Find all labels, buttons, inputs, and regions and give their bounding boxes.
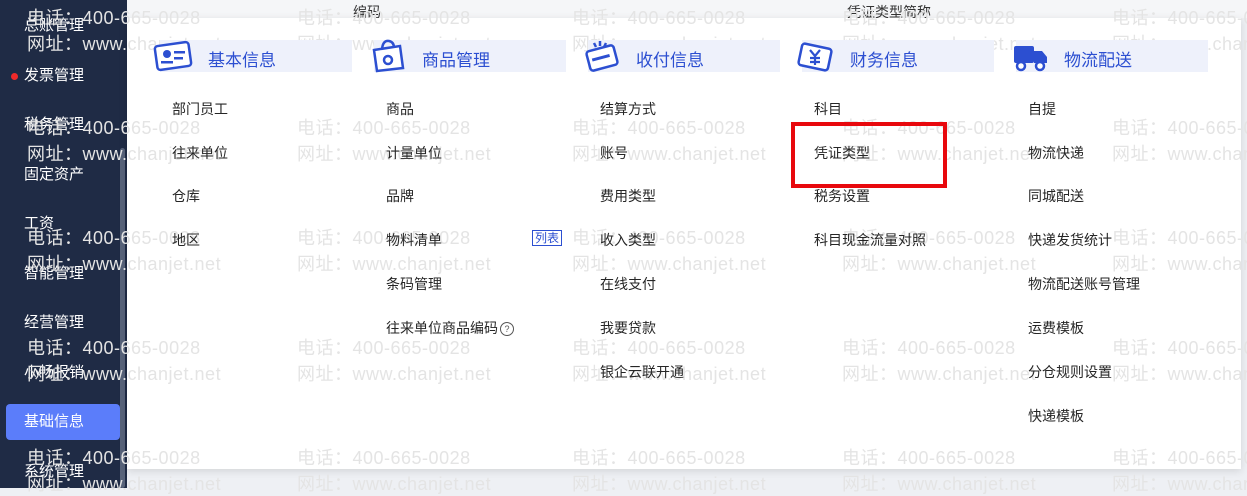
menu-item-subject[interactable]: 科目 (814, 99, 842, 119)
sidebar-item-label: 小畅报销 (24, 364, 85, 381)
column-title: 基本信息 (208, 51, 276, 70)
watermark-phone: 电话：400-665-0028 (572, 448, 746, 468)
column-header-payment: 收付信息 (585, 40, 780, 72)
watermark-phone: 电话：400-665-0028 (842, 338, 1016, 358)
sidebar-item-label: 发票管理 (24, 67, 85, 84)
sidebar-item-label: 总账管理 (24, 17, 85, 34)
watermark-site: 网址：www.chanjet.net (842, 254, 1037, 274)
column-title: 收付信息 (636, 51, 704, 70)
sidebar-item-ledger[interactable]: 总账管理 (0, 8, 127, 44)
menu-item-cashflow-map[interactable]: 科目现金流量对照 (814, 230, 926, 250)
watermark-phone: 电话：400-665-0028 (1112, 338, 1247, 358)
menu-item-online-pay[interactable]: 在线支付 (600, 274, 656, 294)
question-circle-icon[interactable]: ? (500, 322, 514, 336)
column-header-logistics: 物流配送 (1014, 40, 1208, 72)
watermark-phone: 电话：400-665-0028 (1112, 228, 1247, 248)
menu-item-partner-goods-code[interactable]: 往来单位商品编码? (386, 318, 514, 338)
watermark-site: 网址：www.chanjet.net (297, 474, 492, 494)
menu-item-tax-settings[interactable]: 税务设置 (814, 186, 870, 206)
sidebar-item-label: 工资 (24, 215, 55, 232)
menu-item-express[interactable]: 物流快递 (1028, 143, 1084, 163)
column-title: 商品管理 (422, 51, 490, 70)
watermark-site: 网址：www.chanjet.net (1112, 364, 1247, 384)
menu-item-bom[interactable]: 物料清单 (386, 230, 442, 250)
background-table-header: 编码 凭证类型简称 (127, 0, 1247, 20)
sidebar-item-label: 智能管理 (24, 265, 85, 282)
sidebar-item-tax[interactable]: 税务管理 (0, 107, 127, 143)
menu-item-expense-type[interactable]: 费用类型 (600, 186, 656, 206)
menu-item-city-delivery[interactable]: 同城配送 (1028, 186, 1084, 206)
menu-item-bank-cloud[interactable]: 银企云联开通 (600, 362, 684, 382)
menu-item-partners[interactable]: 往来单位 (172, 143, 228, 163)
menu-item-goods[interactable]: 商品 (386, 99, 414, 119)
sidebar-item-label: 系统管理 (24, 463, 85, 480)
payment-card-icon (585, 41, 619, 72)
menu-item-income-type[interactable]: 收入类型 (600, 230, 656, 250)
watermark-site: 网址：www.chanjet.net (297, 364, 492, 384)
menu-item-barcode[interactable]: 条码管理 (386, 274, 442, 294)
truck-icon (1014, 46, 1047, 72)
watermark-site: 网址：www.chanjet.net (1112, 144, 1247, 164)
goods-bag-icon (372, 39, 405, 73)
menu-item-region[interactable]: 地区 (172, 230, 200, 250)
basic-info-mega-menu: 电话：400-665-0028 网址：www.chanjet.net 电话：400-… (27, 8, 1247, 494)
sidebar-item-label: 固定资产 (24, 166, 85, 183)
menu-item-logistics-accounts[interactable]: 物流配送账号管理 (1028, 274, 1140, 294)
watermark-site: 网址：www.chanjet.net (572, 474, 767, 494)
list-tag[interactable]: 列表 (532, 230, 563, 246)
watermark-site: 网址：www.chanjet.net (572, 254, 767, 274)
column-title: 财务信息 (850, 51, 918, 70)
sidebar-item-label: 基础信息 (24, 413, 85, 430)
menu-item-freight-template[interactable]: 运费模板 (1028, 318, 1084, 338)
watermark-site: 网址：www.chanjet.net (1112, 474, 1247, 494)
watermark-phone: 电话：400-665-0028 (1112, 448, 1247, 468)
column-header-finance: 财务信息 (797, 40, 994, 72)
sidebar-item-system[interactable]: 系统管理 (0, 454, 127, 490)
sidebar-item-operations[interactable]: 经营管理 (0, 305, 127, 341)
menu-item-warehouse-rules[interactable]: 分仓规则设置 (1028, 362, 1112, 382)
column-header-basic-info: 基本信息 (153, 40, 352, 72)
watermark-phone: 电话：400-665-0028 (1112, 118, 1247, 138)
menu-item-units[interactable]: 计量单位 (386, 143, 442, 163)
sidebar-item-smart[interactable]: 智能管理 (0, 256, 127, 292)
watermark-site: 网址：www.chanjet.net (842, 474, 1037, 494)
watermark-phone: 电话：400-665-0028 (297, 448, 471, 468)
watermark-phone: 电话：400-665-0028 (842, 448, 1016, 468)
column-header-goods: 商品管理 (372, 39, 566, 73)
sidebar-item-salary[interactable]: 工资 (0, 206, 127, 242)
sidebar-item-expense[interactable]: 小畅报销 (0, 355, 127, 391)
menu-item-pickup[interactable]: 自提 (1028, 99, 1056, 119)
menu-item-warehouse[interactable]: 仓库 (172, 186, 200, 206)
watermark-site: 网址：www.chanjet.net (1112, 254, 1247, 274)
watermark-site: 网址：www.chanjet.net (842, 364, 1037, 384)
id-card-icon (153, 40, 193, 72)
menu-item-settlement[interactable]: 结算方式 (600, 99, 656, 119)
menu-item-departments[interactable]: 部门员工 (172, 99, 228, 119)
menu-item-account[interactable]: 账号 (600, 143, 628, 163)
sidebar: 总账管理 发票管理 税务管理 固定资产 工资 智能管理 经营管理 小畅报销 基础… (0, 0, 127, 488)
notification-dot-icon (11, 73, 18, 80)
sidebar-item-label: 经营管理 (24, 314, 85, 331)
sidebar-item-fixed-assets[interactable]: 固定资产 (0, 157, 127, 193)
sidebar-item-invoice[interactable]: 发票管理 (0, 58, 127, 94)
column-title: 物流配送 (1064, 51, 1132, 70)
menu-item-loan[interactable]: 我要贷款 (600, 318, 656, 338)
menu-item-shipping-stats[interactable]: 快递发货统计 (1028, 230, 1112, 250)
watermark-phone: 电话：400-665-0028 (297, 118, 471, 138)
watermark-phone: 电话：400-665-0028 (297, 228, 471, 248)
watermark-phone: 电话：400-665-0028 (572, 118, 746, 138)
menu-item-label: 往来单位商品编码 (386, 320, 498, 336)
sidebar-scrollbar[interactable] (120, 148, 125, 488)
menu-item-brand[interactable]: 品牌 (386, 186, 414, 206)
watermark-site: 网址：www.chanjet.net (297, 254, 492, 274)
sidebar-item-basic-info[interactable]: 基础信息 (6, 404, 120, 440)
watermark-phone: 电话：400-665-0028 (572, 228, 746, 248)
sidebar-item-label: 税务管理 (24, 116, 85, 133)
watermark-phone: 电话：400-665-0028 (572, 338, 746, 358)
menu-item-express-template[interactable]: 快递模板 (1028, 406, 1084, 426)
finance-yen-icon (797, 42, 833, 72)
highlight-box (791, 122, 947, 188)
